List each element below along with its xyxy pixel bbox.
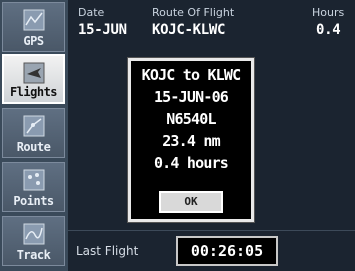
route-icon	[23, 115, 44, 137]
sidebar-item-label: Flights	[9, 85, 58, 99]
points-icon	[23, 169, 44, 191]
track-icon	[23, 223, 44, 245]
sidebar-item-route[interactable]: Route	[2, 108, 65, 158]
sidebar-item-label: Track	[16, 248, 51, 262]
flight-log-screen: GPS Flights Route Points Track Date Rout…	[0, 0, 355, 271]
sidebar-item-label: Route	[16, 140, 51, 154]
row-route: KOJC-KLWC	[152, 22, 226, 38]
last-flight-time: 00:26:05	[176, 236, 278, 266]
ok-button[interactable]: OK	[159, 191, 223, 213]
last-flight-label: Last Flight	[76, 244, 139, 258]
dialog-date: 15-JUN-06	[153, 88, 229, 106]
sidebar-item-label: Points	[13, 194, 54, 208]
flights-icon	[23, 62, 44, 84]
dialog-duration: 0.4 hours	[153, 154, 229, 172]
row-date: 15-JUN	[78, 22, 127, 38]
sidebar-item-flights[interactable]: Flights	[2, 54, 65, 104]
flight-detail-dialog: KOJC to KLWC 15-JUN-06 N6540L 23.4 nm 0.…	[127, 57, 255, 223]
dialog-distance: 23.4 nm	[162, 132, 220, 150]
divider	[68, 230, 355, 231]
dialog-route: KOJC to KLWC	[141, 66, 242, 84]
column-header-date: Date	[78, 6, 105, 19]
sidebar-item-gps[interactable]: GPS	[2, 2, 65, 52]
column-header-route: Route Of Flight	[152, 6, 235, 19]
column-header-hours: Hours	[312, 6, 345, 19]
sidebar-item-track[interactable]: Track	[2, 216, 65, 266]
row-hours: 0.4	[316, 22, 341, 38]
sidebar: GPS Flights Route Points Track	[0, 0, 68, 271]
flight-list-panel: Date Route Of Flight Hours 15-JUN KOJC-K…	[68, 0, 355, 271]
sidebar-item-label: GPS	[23, 34, 44, 48]
dialog-tail-number: N6540L	[166, 110, 216, 128]
gps-icon	[23, 9, 44, 31]
sidebar-item-points[interactable]: Points	[2, 162, 65, 212]
